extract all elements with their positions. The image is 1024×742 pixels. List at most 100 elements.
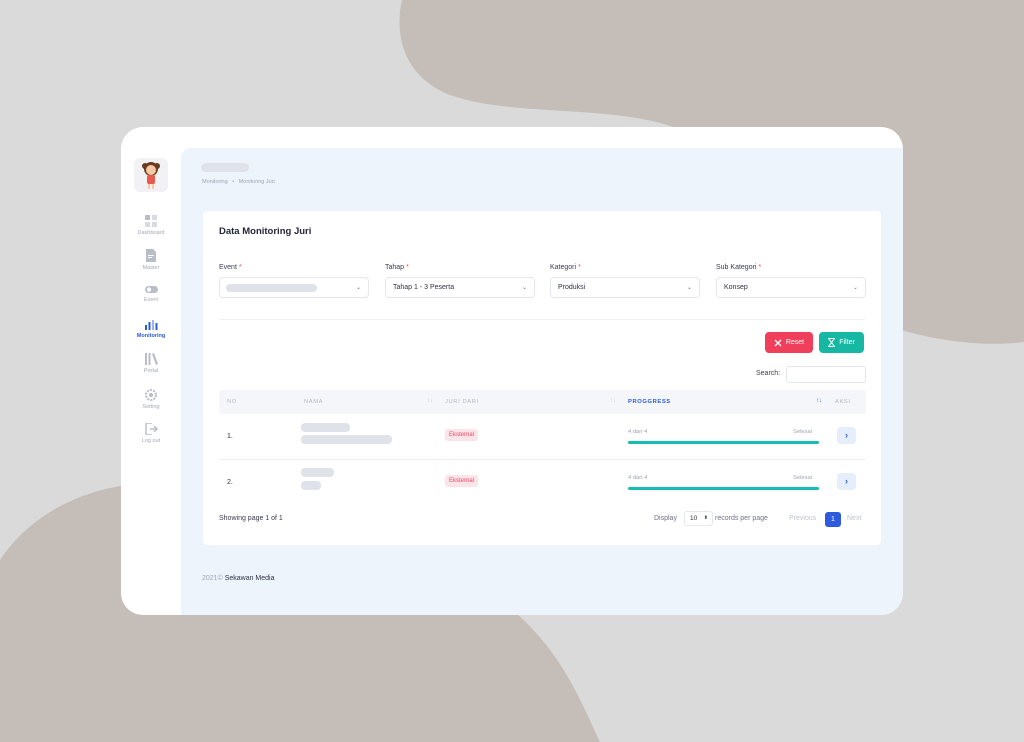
subkategori-label: Sub Kategori *: [716, 264, 761, 271]
table-row: 2. Eksternal 4 dari 4 Selesai ›: [219, 460, 866, 505]
logout-icon: [144, 423, 158, 435]
previous-page-button[interactable]: Previous: [789, 515, 816, 522]
name-placeholder: [301, 481, 321, 490]
progress-count: 4 dari 4: [628, 475, 648, 481]
kategori-label: Kategori *: [550, 264, 581, 271]
th-progress[interactable]: PROGGRESS: [628, 399, 671, 405]
th-nama[interactable]: NAMA: [304, 399, 323, 405]
library-icon: [144, 353, 158, 365]
sidebar-item-logout[interactable]: Log out: [121, 423, 181, 444]
footer: 2021© Sekawan Media: [202, 575, 275, 582]
main-content: Monitoring • Monitoring Juri Data Monito…: [181, 148, 903, 615]
sort-icon[interactable]: ↑↓: [610, 398, 616, 404]
hourglass-icon: [828, 338, 836, 347]
search-label: Search:: [756, 370, 781, 377]
sidebar-item-monitoring[interactable]: Monitoring: [121, 320, 181, 339]
close-icon: [774, 339, 782, 346]
sidebar-item-label: Master: [142, 265, 160, 271]
progress-bar: [628, 441, 819, 444]
divider: [219, 319, 865, 320]
footer-company: Sekawan Media: [224, 575, 275, 582]
row-number: 2.: [227, 479, 233, 486]
tahap-value: Tahap 1 - 3 Peserta: [393, 284, 455, 291]
th-juri-dari[interactable]: JURI DARI: [445, 399, 479, 405]
chevron-down-icon: ⌄: [852, 285, 858, 291]
sidebar-item-label: Event: [143, 297, 159, 303]
document-icon: [146, 249, 156, 262]
sidebar-item-portal[interactable]: Portal: [121, 353, 181, 374]
tahap-label: Tahap *: [385, 264, 409, 271]
breadcrumb: Monitoring • Monitoring Juri: [202, 179, 278, 185]
required-mark: *: [238, 264, 242, 271]
gear-icon: [145, 389, 157, 401]
progress-fill: [628, 441, 819, 444]
event-label-text: Event: [219, 264, 237, 271]
detail-button[interactable]: ›: [837, 427, 856, 444]
avatar[interactable]: [134, 158, 168, 192]
app-window: Dashboard Master Event Monitoring Portal…: [121, 127, 903, 615]
footer-year: 2021©: [202, 575, 223, 582]
progress-fill: [628, 487, 819, 490]
page-1-button[interactable]: 1: [825, 512, 841, 527]
select-caret-icon: ⬍: [703, 515, 708, 521]
sidebar-item-label: Setting: [142, 404, 160, 410]
sort-icon[interactable]: ↑↓: [816, 398, 822, 404]
sidebar-item-master[interactable]: Master: [121, 249, 181, 271]
event-label: Event *: [219, 264, 242, 271]
th-no: NO: [227, 399, 237, 405]
breadcrumb-separator: •: [232, 179, 235, 185]
per-page-select[interactable]: 10 ⬍: [684, 511, 713, 526]
name-placeholder: [301, 423, 350, 432]
kategori-label-text: Kategori: [550, 264, 577, 271]
required-mark: *: [406, 264, 409, 271]
sidebar-item-event[interactable]: Event: [121, 285, 181, 303]
row-number: 1.: [227, 433, 233, 440]
progress-bar: [628, 487, 819, 490]
progress-count: 4 dari 4: [628, 429, 648, 435]
next-page-button[interactable]: Next: [847, 515, 861, 522]
per-page-value: 10: [690, 515, 698, 522]
sidebar-item-dashboard[interactable]: Dashboard: [121, 215, 181, 236]
filter-button[interactable]: Filter: [819, 332, 864, 353]
kategori-value: Produksi: [558, 284, 586, 291]
filter-label: Filter: [839, 339, 855, 346]
sidebar-item-label: Dashboard: [137, 230, 165, 236]
name-placeholder: [301, 435, 392, 444]
chevron-down-icon: ⌄: [686, 285, 692, 291]
records-per-page-label: records per page: [715, 515, 768, 522]
progress-status: Selesai: [793, 429, 813, 435]
reset-button[interactable]: Reset: [765, 332, 813, 353]
event-value-placeholder: [226, 284, 317, 292]
table-header: NO NAMA ↑↓ JURI DARI ↑↓ PROGGRESS ↑↓ AKS…: [219, 390, 866, 414]
th-aksi: AKSI: [835, 399, 851, 405]
subkategori-select[interactable]: Konsep ⌄: [716, 277, 866, 298]
dashboard-icon: [145, 215, 157, 227]
event-select[interactable]: ⌄: [219, 277, 369, 298]
bar-chart-icon: [144, 320, 157, 330]
sidebar-item-setting[interactable]: Setting: [121, 389, 181, 410]
search-input[interactable]: [786, 366, 866, 383]
sidebar-item-label: Monitoring: [136, 333, 166, 339]
showing-text: Showing page 1 of 1: [219, 515, 283, 522]
chevron-down-icon: ⌄: [521, 285, 527, 291]
status-badge: Eksternal: [445, 429, 479, 441]
subkategori-value: Konsep: [724, 284, 748, 291]
tahap-select[interactable]: Tahap 1 - 3 Peserta ⌄: [385, 277, 535, 298]
breadcrumb-item-monitoring[interactable]: Monitoring: [202, 179, 228, 185]
reset-label: Reset: [785, 339, 805, 346]
required-mark: *: [578, 264, 581, 271]
sort-icon[interactable]: ↑↓: [427, 398, 433, 404]
detail-button[interactable]: ›: [837, 473, 856, 490]
sidebar-item-label: Log out: [141, 438, 161, 444]
subkategori-label-text: Sub Kategori: [716, 264, 757, 271]
table-row: 1. Eksternal 4 dari 4 Selesai ›: [219, 414, 866, 459]
sidebar-item-label: Portal: [143, 368, 159, 374]
breadcrumb-item-current: Monitoring Juri: [238, 179, 275, 185]
page-title-placeholder: [201, 163, 249, 172]
name-placeholder: [301, 468, 334, 477]
kategori-select[interactable]: Produksi ⌄: [550, 277, 700, 298]
display-label: Display: [654, 515, 677, 522]
chevron-down-icon: ⌄: [355, 285, 361, 291]
tahap-label-text: Tahap: [385, 264, 405, 271]
monitoring-card: Data Monitoring Juri Event * ⌄ Tahap * Tah…: [203, 211, 881, 545]
